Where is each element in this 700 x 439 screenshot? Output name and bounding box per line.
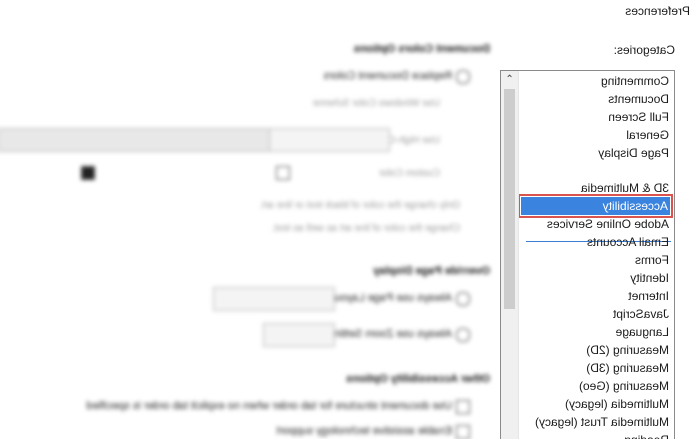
list-item[interactable]: Documents bbox=[608, 90, 671, 108]
list-item[interactable]: Measuring (3D) bbox=[586, 359, 671, 377]
option-label: Only change the color of black text or l… bbox=[259, 200, 460, 211]
chevron-up-icon[interactable]: ⌃ bbox=[501, 72, 518, 87]
radio-button[interactable] bbox=[456, 292, 470, 306]
list-item[interactable]: Measuring (2D) bbox=[586, 341, 671, 359]
checkbox-checked[interactable] bbox=[81, 166, 95, 180]
option-label: Always use Zoom Setting bbox=[327, 328, 452, 340]
list-item[interactable]: Internet bbox=[628, 287, 671, 305]
list-item[interactable]: Commenting bbox=[601, 72, 671, 90]
zoom-select[interactable] bbox=[263, 323, 335, 347]
list-item[interactable]: Email Accounts bbox=[587, 233, 671, 251]
list-item[interactable]: Multimedia (legacy) bbox=[565, 395, 671, 413]
list-item[interactable]: Identity bbox=[630, 269, 671, 287]
option-label: Change the color of line art as well as … bbox=[271, 223, 460, 234]
list-scrollbar[interactable]: ⌃ bbox=[501, 71, 519, 439]
settings-pane: Document Colors Options Replace Document… bbox=[0, 40, 500, 439]
scroll-thumb[interactable] bbox=[504, 89, 515, 309]
section-heading: Other Accessibility Options bbox=[346, 373, 490, 385]
list-item[interactable]: General bbox=[626, 126, 671, 144]
high-contrast-select[interactable] bbox=[268, 128, 390, 152]
list-item[interactable]: Language bbox=[616, 323, 671, 341]
checkbox[interactable] bbox=[276, 166, 290, 180]
list-item[interactable]: Page Display bbox=[598, 144, 671, 162]
option-label: Enable assistive technology support bbox=[276, 425, 453, 437]
categories-label: Categories: bbox=[613, 43, 675, 57]
list-item[interactable]: Forms bbox=[635, 251, 671, 269]
page-layout-select[interactable] bbox=[213, 287, 335, 311]
checkbox[interactable] bbox=[456, 425, 470, 439]
option-label: Use Windows Color Scheme bbox=[312, 98, 440, 109]
list-item[interactable]: Measuring (Geo) bbox=[579, 377, 671, 395]
option-label: Use document structure for tab order whe… bbox=[86, 400, 452, 412]
radio-button[interactable] bbox=[456, 328, 470, 342]
list-item-selected[interactable]: Accessibility bbox=[518, 194, 673, 218]
section-heading: Document Colors Options bbox=[353, 43, 490, 55]
list-item[interactable]: Adobe Online Services bbox=[547, 215, 671, 233]
list-item[interactable]: JavaScript bbox=[613, 305, 671, 323]
preferences-dialog: Preferences Categories: Commenting Docum… bbox=[0, 0, 700, 439]
checkbox[interactable] bbox=[456, 400, 470, 414]
list-item[interactable]: 3D & Multimedia bbox=[581, 179, 671, 197]
option-label: Custom Color bbox=[378, 168, 440, 179]
window-title: Preferences bbox=[625, 4, 690, 18]
radio-button[interactable] bbox=[456, 70, 470, 84]
option-label: Replace Document Colors bbox=[323, 70, 452, 82]
section-heading: Override Page Display bbox=[373, 265, 490, 277]
categories-listbox[interactable]: Commenting Documents Full Screen General… bbox=[500, 70, 675, 439]
list-item[interactable]: Full Screen bbox=[608, 108, 671, 126]
list-item[interactable]: Reading bbox=[624, 431, 671, 439]
list-item[interactable]: Multimedia Trust (legacy) bbox=[535, 413, 671, 431]
blurred-field bbox=[0, 128, 270, 152]
